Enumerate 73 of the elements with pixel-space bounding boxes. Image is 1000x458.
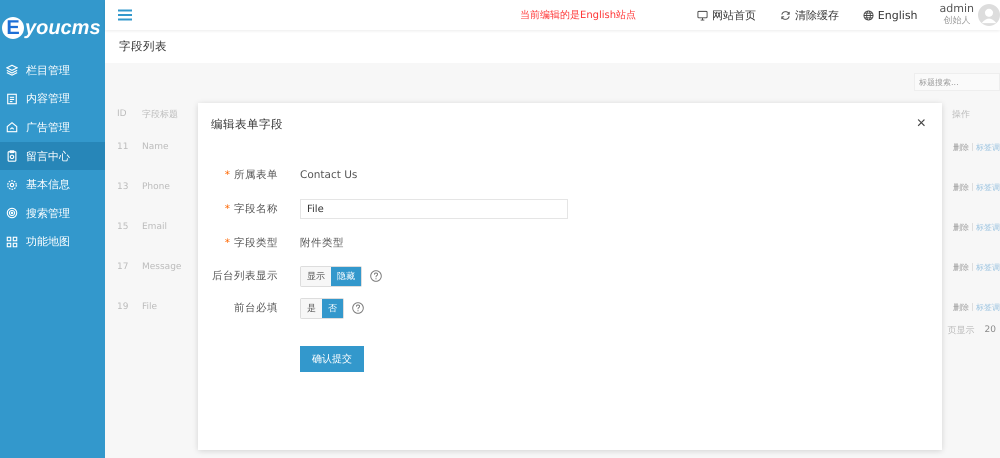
globe-icon bbox=[862, 10, 874, 20]
toggle-option[interactable]: 显示 bbox=[301, 266, 331, 286]
page-size-field[interactable]: 20 bbox=[980, 323, 1000, 337]
layers-icon bbox=[6, 64, 18, 76]
table-cell-text: 15 bbox=[117, 222, 130, 232]
tag-link[interactable]: 标签调 bbox=[976, 142, 1000, 152]
required-mark: * bbox=[224, 203, 230, 215]
submit-button[interactable]: 确认提交 bbox=[300, 346, 364, 372]
table-cell-text: File bbox=[142, 302, 158, 312]
table-cell-text: Email bbox=[142, 222, 168, 232]
field-label: 所属表单 bbox=[234, 169, 278, 181]
delete-link[interactable]: 删除 bbox=[953, 222, 969, 232]
tag-link[interactable]: 标签调 bbox=[976, 302, 1000, 312]
page-size-label: 页显示 bbox=[948, 324, 975, 336]
top-link[interactable]: 网站首页 bbox=[696, 8, 756, 22]
sidebar-item[interactable]: 栏目管理 bbox=[0, 56, 105, 85]
help-icon[interactable] bbox=[370, 270, 382, 282]
menu-icon[interactable] bbox=[118, 9, 132, 21]
user-role: 创始人 bbox=[943, 15, 970, 27]
delete-link[interactable]: 删除 bbox=[953, 302, 969, 312]
table-cell-text: Message bbox=[142, 262, 182, 272]
table-cell-text: 19 bbox=[117, 302, 130, 312]
required-mark: * bbox=[224, 237, 230, 249]
dialog-title: 编辑表单字段 bbox=[211, 116, 283, 132]
delete-link[interactable]: 删除 bbox=[953, 262, 969, 272]
column-header: ID bbox=[117, 109, 128, 119]
delete-link[interactable]: 删除 bbox=[953, 182, 969, 192]
table-cell-text: 11 bbox=[117, 142, 130, 152]
toggle-option[interactable]: 否 bbox=[322, 298, 343, 318]
close-button[interactable]: × bbox=[912, 115, 930, 133]
tag-link[interactable]: 标签调 bbox=[976, 222, 1000, 232]
logo-badge: E bbox=[2, 17, 24, 39]
delete-link[interactable]: 删除 bbox=[953, 142, 969, 152]
sidebar-item[interactable]: 基本信息 bbox=[0, 170, 105, 199]
field-label: 后台列表显示 bbox=[212, 270, 278, 282]
search-field[interactable]: 标题搜索... bbox=[914, 73, 1000, 91]
help-icon[interactable] bbox=[352, 302, 364, 314]
top-link[interactable]: 清除缓存 bbox=[780, 8, 839, 22]
tag-link[interactable]: 标签调 bbox=[976, 182, 1000, 192]
field-label: 字段名称 bbox=[234, 203, 278, 215]
table-cell-text: 17 bbox=[117, 262, 130, 272]
gear-icon bbox=[6, 178, 18, 191]
toggle-option[interactable]: 是 bbox=[301, 298, 322, 318]
sidebar-item[interactable]: 留言中心 bbox=[0, 142, 105, 170]
top-link[interactable]: English bbox=[862, 8, 918, 22]
sidebar-item[interactable]: 内容管理 bbox=[0, 84, 105, 114]
toggle-option[interactable]: 隐藏 bbox=[331, 266, 361, 286]
user-name: admin bbox=[940, 3, 974, 15]
field-label: 字段类型 bbox=[234, 237, 278, 249]
column-header: 操作 bbox=[952, 108, 970, 120]
table-cell-text: Name bbox=[142, 142, 170, 152]
table-cell-text: 13 bbox=[117, 182, 130, 192]
grid-icon bbox=[6, 236, 18, 248]
page-title: 字段列表 bbox=[119, 39, 167, 54]
monitor-icon bbox=[696, 10, 708, 20]
sidebar-item[interactable]: 功能地图 bbox=[0, 228, 105, 256]
tag-link[interactable]: 标签调 bbox=[976, 262, 1000, 272]
refresh-icon bbox=[780, 10, 791, 20]
site-notice: 当前编辑的是English站点 bbox=[520, 8, 636, 22]
input-field[interactable]: File bbox=[300, 199, 568, 219]
logo-text: youcms bbox=[25, 16, 101, 40]
required-mark: * bbox=[224, 169, 230, 181]
house-icon bbox=[6, 121, 18, 134]
field-value: 附件类型 bbox=[300, 236, 344, 250]
sidebar-item[interactable]: 广告管理 bbox=[0, 113, 105, 142]
column-header: 字段标题 bbox=[142, 108, 179, 120]
sidebar-item[interactable]: 搜索管理 bbox=[0, 198, 105, 228]
document-icon bbox=[6, 92, 18, 105]
field-label: 前台必填 bbox=[234, 302, 278, 314]
field-value: Contact Us bbox=[300, 169, 358, 181]
clipboard-icon bbox=[6, 150, 18, 162]
table-cell-text: Phone bbox=[142, 182, 171, 192]
target-icon bbox=[6, 207, 18, 220]
